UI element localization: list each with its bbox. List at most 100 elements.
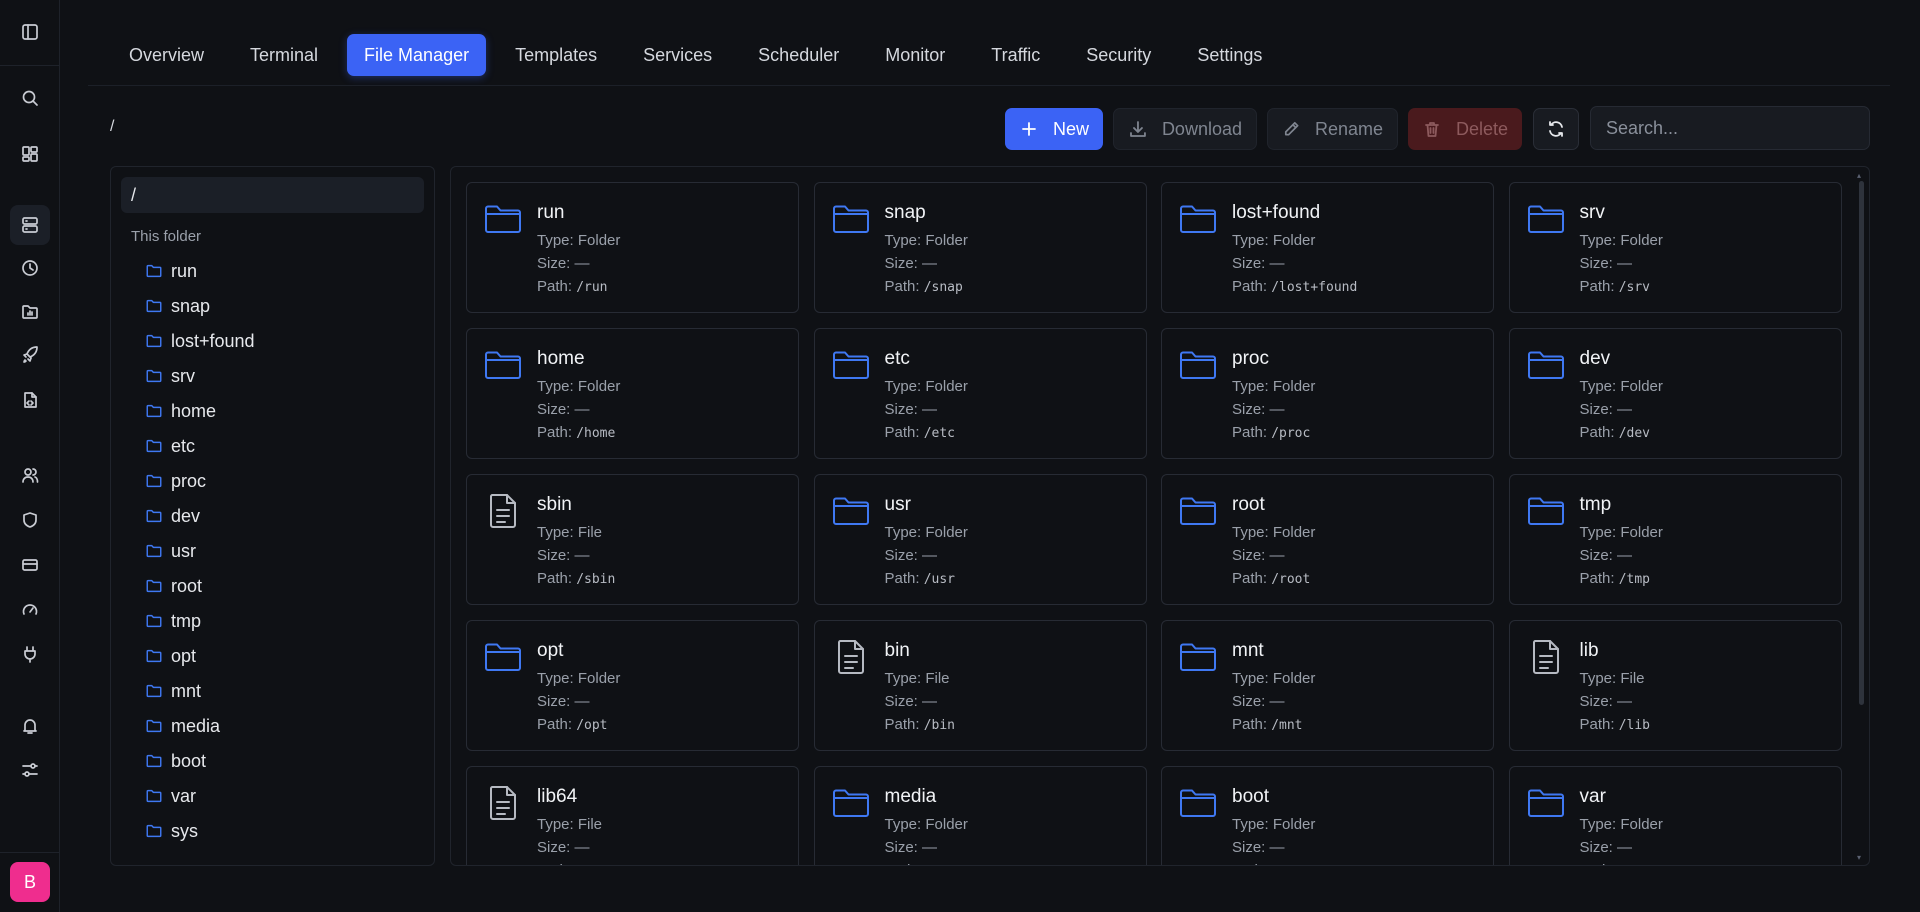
file-card[interactable]: lost+found Type: Folder Size: — Path: /lost… [1161,182,1494,313]
file-card[interactable]: bin Type: File Size: — Path: /bin [813,620,1147,751]
avatar[interactable]: B [10,862,50,902]
rocket-icon [23,346,38,363]
tab-templates[interactable]: Templates [498,34,614,76]
rocket-nav-button[interactable] [10,335,50,375]
file-icon-wrap [831,637,871,677]
plug-nav-button[interactable] [10,634,50,674]
tree-item[interactable]: home [145,396,216,426]
type-label: Type: [884,816,922,833]
sliders-nav-button[interactable] [10,750,50,790]
tree-item[interactable]: mnt [145,676,201,706]
file-card[interactable]: srv Type: Folder Size: — Path: /srv [1508,182,1842,313]
tree-item-label: srv [171,365,195,386]
search-icon [22,90,38,106]
gauge-nav-button[interactable] [10,590,50,630]
servers-nav-button[interactable] [10,205,50,245]
file-name: var [1579,786,1606,807]
tab-settings[interactable]: Settings [1180,34,1279,76]
file-card[interactable]: snap Type: Folder Size: — Path: /snap [813,182,1147,313]
scrollbar-thumb[interactable] [1859,181,1864,705]
rename-button[interactable]: Rename [1267,108,1398,150]
type-value: Folder [1272,378,1316,395]
bell-nav-button[interactable] [10,706,50,746]
breadcrumb[interactable]: / [110,118,114,136]
tab-bar: Overview Terminal File Manager Templates Ser… [112,34,1291,76]
delete-button[interactable]: Delete [1408,108,1522,150]
file-name: lib64 [537,786,578,807]
tree-item[interactable]: opt [145,641,196,671]
tree-item[interactable]: usr [145,536,196,566]
tab-overview[interactable]: Overview [112,34,221,76]
file-path: Path: /run [537,278,608,295]
tree-item[interactable]: boot [145,746,206,776]
tree-item[interactable]: srv [145,361,195,391]
size-value: — [1617,255,1633,272]
users-nav-button[interactable] [10,455,50,495]
path-label: Path: [885,862,920,865]
refresh-button[interactable] [1533,108,1579,150]
file-card[interactable]: home Type: Folder Size: — Path: /home [466,328,799,459]
scroll-down-arrow[interactable]: ▾ [1857,854,1865,862]
clock-nav-button[interactable] [10,248,50,288]
tree-item[interactable]: proc [145,466,206,496]
file-card[interactable]: tmp Type: Folder Size: — Path: /tmp [1508,474,1842,605]
file-card[interactable]: sbin Type: File Size: — Path: /sbin [466,474,799,605]
plug-icon [24,646,36,663]
file-card[interactable]: var Type: Folder Size: — Path: /var [1508,766,1842,865]
file-card[interactable]: dev Type: Folder Size: — Path: /dev [1508,328,1842,459]
file-type: Type: Folder [1232,816,1315,833]
file-card[interactable]: usr Type: Folder Size: — Path: /usr [813,474,1147,605]
tree-item[interactable]: media [145,711,220,741]
path-value: /lib [1618,718,1651,733]
new-button[interactable]: New [1005,108,1103,150]
tree-item[interactable]: root [145,571,202,601]
card-nav-button[interactable] [10,545,50,585]
tree-item[interactable]: run [145,256,197,286]
tree-item[interactable]: lost+found [145,326,255,356]
file-card[interactable]: lib Type: File Size: — Path: /lib [1508,620,1842,751]
file-card[interactable]: run Type: Folder Size: — Path: /run [466,182,799,313]
sidebar-toggle-nav-button[interactable] [10,12,50,52]
tree-item[interactable]: snap [145,291,210,321]
file-path: Path: /lib [1580,716,1651,733]
tree-item[interactable]: tmp [145,606,201,636]
file-card[interactable]: lib64 Type: File Size: — Path: /lib64 [466,766,799,865]
tab-terminal[interactable]: Terminal [233,34,335,76]
tree-item[interactable]: dev [145,501,200,531]
file-card[interactable]: etc Type: Folder Size: — Path: /etc [813,328,1147,459]
file-card[interactable]: boot Type: Folder Size: — Path: /boot [1161,766,1494,865]
file-card[interactable]: root Type: Folder Size: — Path: /root [1161,474,1494,605]
download-button[interactable]: Download [1113,108,1257,150]
search-input[interactable] [1590,106,1870,150]
folder-icon [146,334,162,348]
file-type: Type: Folder [1580,378,1663,395]
file-code-nav-button[interactable] [10,380,50,420]
tab-file-manager[interactable]: File Manager [347,34,487,76]
tree-item[interactable]: var [145,781,196,811]
tab-traffic[interactable]: Traffic [974,34,1057,76]
folder-chart-nav-button[interactable] [10,292,50,332]
folder-icon [146,509,162,523]
tab-security[interactable]: Security [1069,34,1168,76]
tree-root-item[interactable]: / [121,177,424,213]
tab-scheduler[interactable]: Scheduler [741,34,856,76]
file-card[interactable]: proc Type: Folder Size: — Path: /proc [1161,328,1494,459]
type-value: Folder [1272,232,1316,249]
scroll-up-arrow[interactable]: ▴ [1857,172,1865,180]
tree-item-label: proc [171,470,207,491]
tree-item[interactable]: etc [145,431,195,461]
type-label: Type: [1232,670,1269,687]
shield-nav-button[interactable] [10,500,50,540]
file-card[interactable]: opt Type: Folder Size: — Path: /opt [466,620,799,751]
file-card[interactable]: media Type: Folder Size: — Path: /media [813,766,1147,865]
file-path: Path: /root [1232,570,1310,587]
search-nav-button[interactable] [10,78,50,118]
tab-services[interactable]: Services [626,34,729,76]
size-label: Size: [537,255,571,272]
file-card[interactable]: mnt Type: Folder Size: — Path: /mnt [1161,620,1494,751]
tab-monitor[interactable]: Monitor [868,34,962,76]
tree-item[interactable]: sys [145,816,198,846]
path-value: /tmp [1618,572,1651,587]
dashboard-nav-button[interactable] [10,134,50,174]
folder-icon [146,684,162,698]
